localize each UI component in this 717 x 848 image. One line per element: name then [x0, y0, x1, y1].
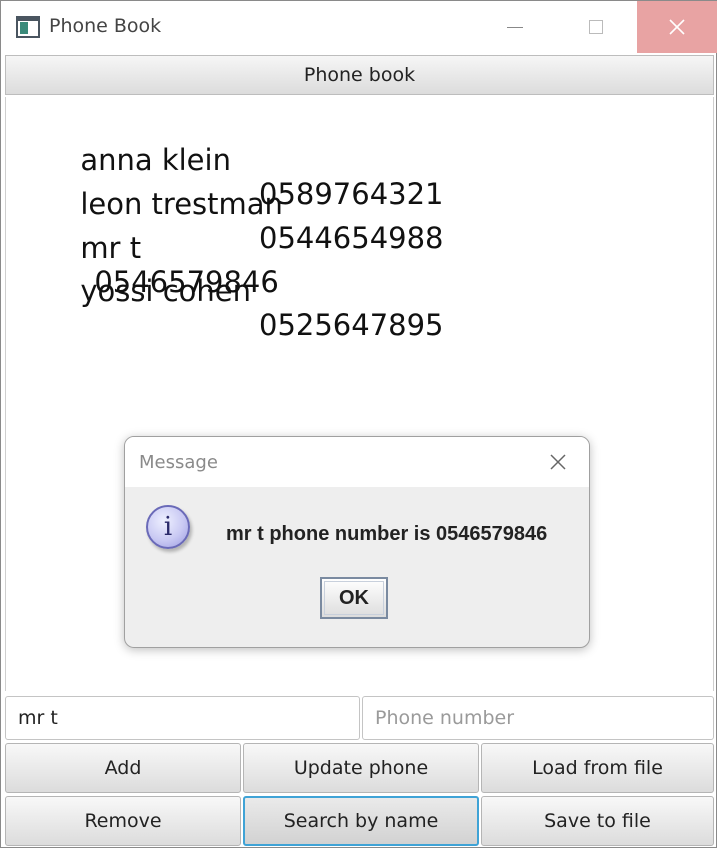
search-by-name-button[interactable]: Search by name [243, 796, 479, 846]
minimize-icon [507, 26, 523, 28]
update-phone-button[interactable]: Update phone [243, 743, 479, 793]
list-item: yossi cohen 0525647895 [25, 240, 443, 376]
message-dialog: Message i mr t phone number is 054657984… [124, 436, 590, 648]
maximize-icon [589, 20, 603, 34]
minimize-button[interactable] [475, 1, 555, 53]
entry-phone: 0525647895 [259, 308, 444, 342]
dialog-title-bar[interactable]: Message [125, 437, 589, 487]
maximize-button[interactable] [556, 1, 636, 53]
save-to-file-button[interactable]: Save to file [481, 796, 714, 846]
close-icon [669, 19, 685, 35]
entry-phone: 0544654988 [259, 221, 444, 255]
window-title: Phone Book [49, 15, 162, 37]
name-input[interactable] [5, 696, 360, 740]
phone-book-header: Phone book [5, 55, 714, 95]
remove-button[interactable]: Remove [5, 796, 241, 846]
ok-button[interactable]: OK [320, 577, 388, 619]
dialog-title: Message [139, 452, 218, 473]
info-icon: i [146, 505, 190, 549]
dialog-close-button[interactable] [545, 449, 571, 475]
phone-number-input[interactable] [362, 696, 714, 740]
phone-book-window: Phone Book Phone book anna klein 0589764… [0, 0, 717, 848]
close-icon [550, 454, 566, 470]
app-window-icon [16, 16, 40, 38]
load-from-file-button[interactable]: Load from file [481, 743, 714, 793]
dialog-message: mr t phone number is 0546579846 [226, 523, 548, 545]
entry-phone: 0589764321 [259, 177, 444, 211]
close-button[interactable] [637, 1, 717, 53]
entry-name: yossi cohen [80, 274, 251, 308]
add-button[interactable]: Add [5, 743, 241, 793]
title-bar[interactable]: Phone Book [1, 1, 717, 53]
